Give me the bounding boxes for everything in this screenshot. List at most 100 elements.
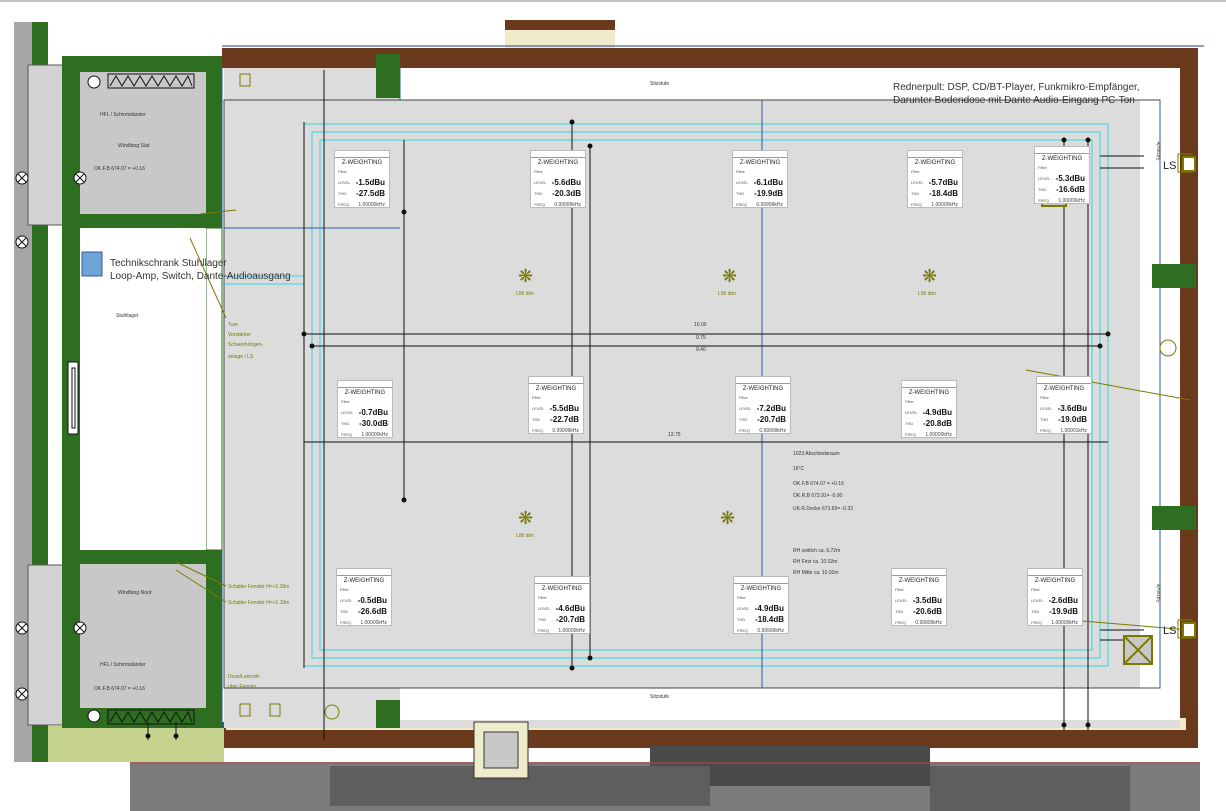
meter-thd-value: -16.6dB <box>1056 185 1085 194</box>
meter-freq-value: 1.00000kHz <box>931 202 958 208</box>
meter-key-filter: Filter <box>1031 587 1040 592</box>
okfb-label: OK.F.B 674.07 = +0.16 <box>94 166 145 172</box>
meter-freq-value: 1.00000kHz <box>1051 620 1078 626</box>
light-label: L06 dim <box>516 533 534 539</box>
meter-readout: Z-WEIGHTING Filter LEVEL -6.1dBu THD -19.9dB F… <box>732 150 788 208</box>
meter-thd-value: -18.4dB <box>755 615 784 624</box>
room-info-ukrd: UK.R.Decke 673.69= -0.33 <box>793 506 853 512</box>
meter-readout: Z-WEIGHTING Filter LEVEL -3.5dBu THD -20.6dB F… <box>891 568 947 626</box>
meter-key-filter: Filter <box>911 169 920 174</box>
meter-key-filter: Filter <box>1038 165 1047 170</box>
meter-key-filter: Filter <box>338 169 347 174</box>
meter-key-thd: THD <box>739 417 748 422</box>
meter-key-filter: Filter <box>1040 395 1049 400</box>
room-info-name: 1023 Abschiedsraum <box>793 451 840 457</box>
dose-label: Dose/Leerrohr <box>228 674 260 680</box>
meter-key-freq: FREQ <box>340 620 352 625</box>
meter-level-value: -7.2dBu <box>756 404 786 413</box>
tuer-label: Schwerhörigen- <box>228 342 264 348</box>
speaker-label-top: LS <box>1163 160 1177 172</box>
schalter-label: Schalter Fenster H=+1.10m <box>228 600 290 606</box>
meter-header-bar <box>1035 147 1089 154</box>
meter-thd-value: -30.0dB <box>359 419 388 428</box>
meter-key-thd: THD <box>338 191 347 196</box>
meter-level-value: -0.5dBu <box>357 596 387 605</box>
meter-freq-value: 0.99999kHz <box>552 428 579 434</box>
meter-key-level: LEVEL <box>905 410 918 415</box>
meter-key-thd: THD <box>1040 417 1049 422</box>
meter-key-level: LEVEL <box>341 410 354 415</box>
meter-header-bar <box>337 569 391 576</box>
meter-thd-value: -20.8dB <box>923 419 952 428</box>
meter-key-level: LEVEL <box>895 598 908 603</box>
dimension-label: 10.00 <box>694 322 707 328</box>
room-info-temp: 16°C <box>793 466 805 472</box>
meter-header-bar <box>734 577 788 584</box>
meter-header-bar <box>902 381 956 388</box>
meter-key-filter: Filter <box>340 587 349 592</box>
meter-key-filter: Filter <box>532 395 541 400</box>
meter-readout: Z-WEIGHTING Filter LEVEL -4.9dBu THD -20.8dB F… <box>901 380 957 438</box>
meter-freq-value: 1.00000kHz <box>1058 198 1085 204</box>
meter-thd-value: -20.7dB <box>556 615 585 624</box>
meter-key-freq: FREQ <box>1038 198 1050 203</box>
room-label: Sitzstufe <box>650 81 670 87</box>
meter-key-freq: FREQ <box>538 628 550 633</box>
meter-key-thd: THD <box>532 417 541 422</box>
meter-readout: Z-WEIGHTING Filter LEVEL -3.6dBu THD -19.0dB F… <box>1036 376 1092 434</box>
meter-readout: Z-WEIGHTING Filter LEVEL -1.5dBu THD -27.5dB F… <box>334 150 390 208</box>
meter-thd-value: -19.9dB <box>754 189 783 198</box>
light-fixture-icon: ❋ <box>722 266 738 286</box>
meter-header-bar <box>338 381 392 388</box>
meter-key-filter: Filter <box>341 399 350 404</box>
meter-key-level: LEVEL <box>532 406 545 411</box>
meter-key-filter: Filter <box>534 169 543 174</box>
meter-level-value: -6.1dBu <box>753 178 783 187</box>
meter-freq-value: 1.00000kHz <box>360 620 387 626</box>
meter-header-bar <box>535 577 589 584</box>
dimension-label: 13.75 <box>668 432 681 438</box>
meter-level-value: -1.5dBu <box>355 178 385 187</box>
light-label: L06 dim <box>718 291 736 297</box>
meter-key-filter: Filter <box>538 595 547 600</box>
meter-readout: Z-WEIGHTING Filter LEVEL -2.6dBu THD -19.9dB F… <box>1027 568 1083 626</box>
meter-key-thd: THD <box>737 617 746 622</box>
hfl-label: HFL / Schirmständer <box>100 662 146 668</box>
meter-freq-value: 1.00001kHz <box>1060 428 1087 434</box>
meter-key-level: LEVEL <box>736 180 749 185</box>
meter-thd-value: -22.7dB <box>550 415 579 424</box>
meter-level-value: -4.9dBu <box>922 408 952 417</box>
meter-level-value: -4.6dBu <box>555 604 585 613</box>
meter-level-value: -0.7dBu <box>358 408 388 417</box>
meter-header-bar <box>531 151 585 158</box>
meter-key-level: LEVEL <box>739 406 752 411</box>
room-info-okfb: OK.F.B 674.07 = +0.16 <box>793 481 844 487</box>
speaker-label-bottom: LS <box>1163 625 1177 637</box>
meter-readout: Z-WEIGHTING Filter LEVEL -0.7dBu THD -30.0dB F… <box>337 380 393 438</box>
meter-key-freq: FREQ <box>532 428 544 433</box>
meter-key-freq: FREQ <box>895 620 907 625</box>
meter-key-level: LEVEL <box>911 180 924 185</box>
speaker-icon <box>1182 622 1196 638</box>
meter-level-value: -3.6dBu <box>1057 404 1087 413</box>
meter-level-value: -3.5dBu <box>912 596 942 605</box>
schalter-label: Schalter Fenster H=+1.30m <box>228 584 290 590</box>
meter-freq-value: 0.99999kHz <box>554 202 581 208</box>
meter-freq-value: 1.00000kHz <box>361 432 388 438</box>
meter-level-value: -2.6dBu <box>1048 596 1078 605</box>
meter-header-bar <box>736 377 790 384</box>
meter-key-thd: THD <box>1038 187 1047 192</box>
room-info-rh-seitlich: RH seitlich ca. 6.72m <box>793 548 841 554</box>
meter-key-level: LEVEL <box>534 180 547 185</box>
light-fixture-icon: ❋ <box>518 266 534 286</box>
room-info-rh-mitte: RH Mitte ca. 10.02m <box>793 570 839 576</box>
meter-level-value: -5.7dBu <box>928 178 958 187</box>
meter-key-filter: Filter <box>905 399 914 404</box>
meter-key-level: LEVEL <box>737 606 750 611</box>
okfb-label: OK.F.B 674.07 = +0.16 <box>94 686 145 692</box>
meter-level-value: -5.5dBu <box>549 404 579 413</box>
light-label: L06 dim <box>516 291 534 297</box>
meter-freq-value: 1.00000kHz <box>925 432 952 438</box>
room-label: Windfang Süd <box>118 143 150 149</box>
meter-key-filter: Filter <box>895 587 904 592</box>
